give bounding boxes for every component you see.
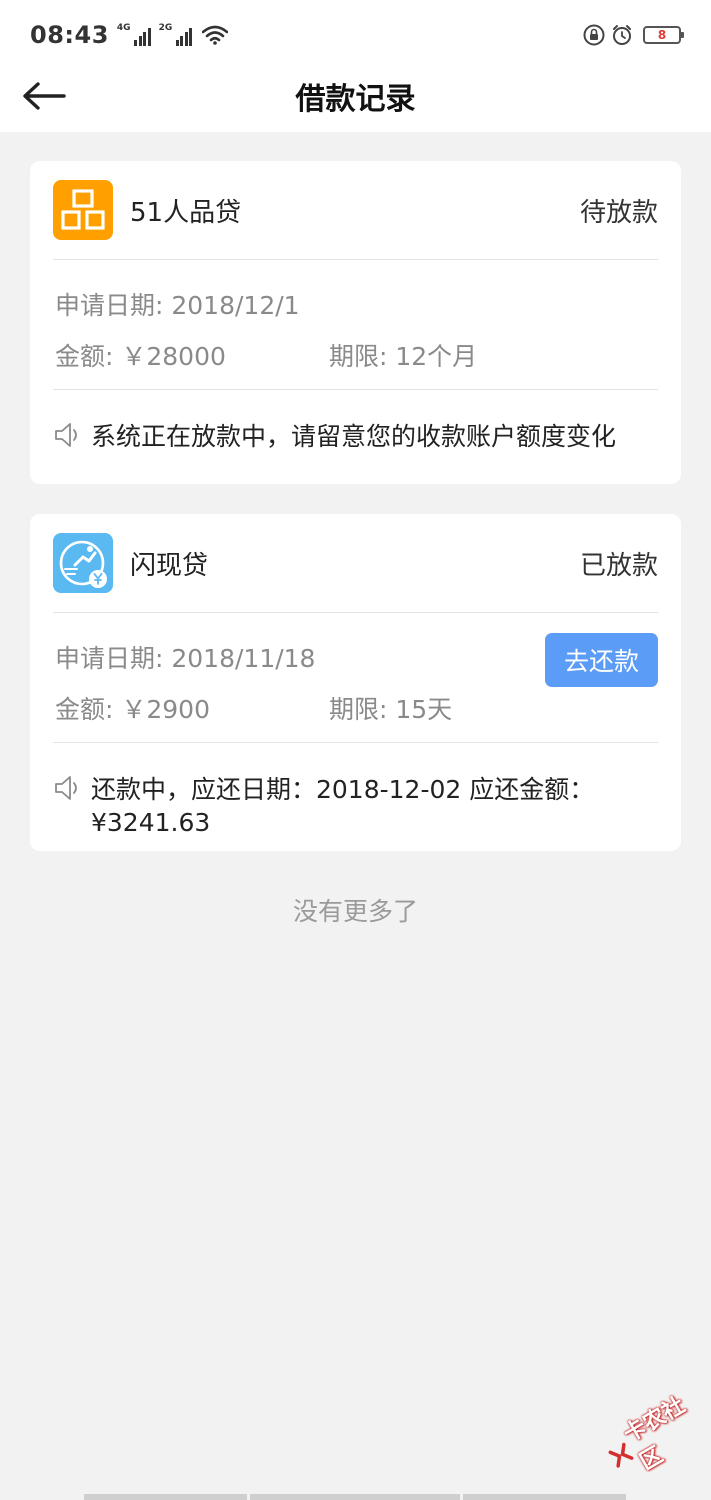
- loan-amount: 金额: ￥2900: [55, 695, 210, 724]
- loan-card-header: 51人品贷 待放款: [53, 161, 658, 260]
- status-icons: 8: [583, 24, 684, 46]
- notice-text: 系统正在放款中，请留意您的收款账户额度变化: [91, 422, 617, 451]
- bottom-tab-indicator: [463, 1494, 626, 1500]
- loan-name: 51人品贷: [130, 197, 242, 228]
- loan-details: 申请日期: 2018/11/18 金额: ￥2900 期限: 15天 去还款: [53, 613, 658, 743]
- apply-date: 申请日期: 2018/11/18: [55, 644, 316, 673]
- no-more-text: 没有更多了: [292, 897, 418, 926]
- status-time: 08:43: [30, 21, 109, 49]
- pin-logo-icon: [53, 180, 113, 240]
- speaker-icon: [55, 776, 77, 800]
- loan-status: 已放款: [579, 550, 658, 581]
- wifi-icon: [202, 25, 229, 45]
- loan-amount: 金额: ￥28000: [55, 342, 226, 371]
- loan-notice: 系统正在放款中，请留意您的收款账户额度变化: [53, 390, 658, 453]
- battery-icon: 8: [643, 26, 684, 44]
- loan-card: 闪现贷 已放款 申请日期: 2018/11/18 金额: ￥2900 期限: 1…: [30, 514, 681, 851]
- bottom-tab-indicator: [250, 1494, 460, 1500]
- repay-button[interactable]: 去还款: [545, 633, 658, 687]
- loan-card: 51人品贷 待放款 申请日期: 2018/12/1 金额: ￥28000 期限:…: [30, 161, 681, 484]
- nav-bar: 借款记录: [0, 60, 711, 132]
- bottom-tab-indicator: [84, 1494, 247, 1500]
- loan-term: 期限: 15天: [329, 695, 453, 724]
- watermark: 卡农社区: [598, 1384, 711, 1486]
- signal-2g-icon: 2G: [159, 24, 193, 46]
- loan-term: 期限: 12个月: [329, 342, 478, 371]
- notice-text: 还款中，应还日期：2018-12-02 应还金额： ¥3241.63: [91, 773, 594, 839]
- page-title: 借款记录: [295, 82, 416, 117]
- notice-text-line: ¥3241.63: [91, 808, 211, 837]
- apply-date: 申请日期: 2018/12/1: [55, 291, 300, 320]
- arrow-left-icon: [23, 82, 66, 110]
- loan-name: 闪现贷: [130, 550, 209, 581]
- runner-logo-icon: [53, 533, 113, 593]
- speaker-icon: [55, 423, 77, 447]
- rotation-lock-icon: [583, 24, 605, 46]
- signal-4g-icon: 4G: [117, 24, 151, 46]
- back-button[interactable]: [20, 74, 68, 118]
- notice-text-line: 还款中，应还日期：2018-12-02 应还金额：: [91, 775, 595, 804]
- loan-status: 待放款: [579, 197, 658, 228]
- loan-details: 申请日期: 2018/12/1 金额: ￥28000 期限: 12个月: [53, 260, 658, 390]
- loan-card-header: 闪现贷 已放款: [53, 514, 658, 613]
- loan-notice: 还款中，应还日期：2018-12-02 应还金额： ¥3241.63: [53, 743, 658, 839]
- alarm-icon: [613, 25, 631, 45]
